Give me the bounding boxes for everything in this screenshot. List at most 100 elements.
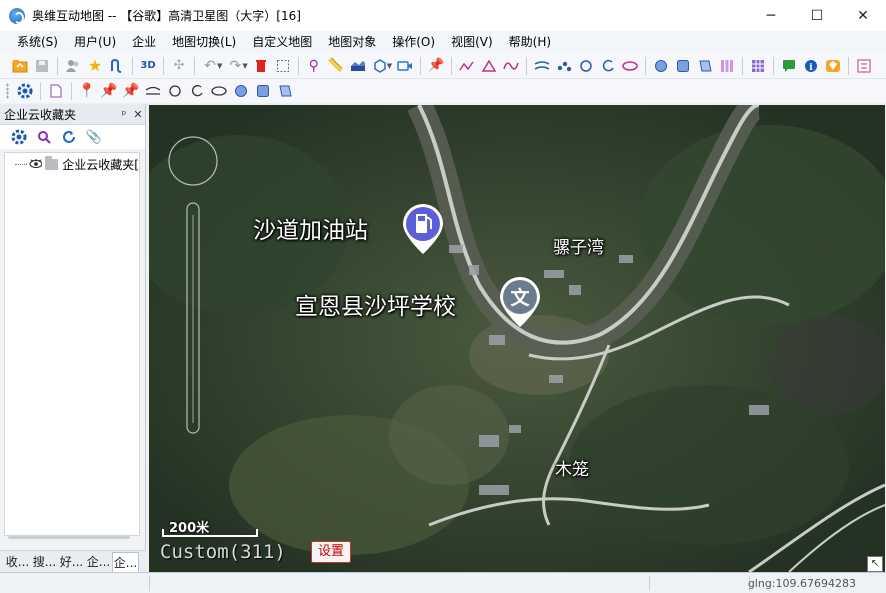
toolbar-grip[interactable]	[6, 83, 9, 99]
app-logo-icon	[9, 7, 25, 24]
document-icon[interactable]	[45, 80, 67, 102]
panel-header: 企业云收藏夹 ᵖ ✕	[0, 104, 145, 125]
school-icon[interactable]: 文	[496, 273, 544, 329]
menu-system[interactable]: 系统(S)	[9, 32, 66, 52]
window-controls: ─ ☐ ✕	[748, 0, 886, 31]
tab-enterprise-favorites[interactable]: 企...	[112, 552, 139, 572]
filled-square-icon[interactable]	[672, 55, 694, 77]
star-icon[interactable]: ★	[84, 55, 106, 77]
folder-icon	[44, 155, 59, 170]
pin-green-icon[interactable]: 📌	[120, 80, 142, 102]
arc-outline-icon[interactable]	[186, 80, 208, 102]
panel-settings-icon[interactable]	[8, 126, 30, 148]
info-icon[interactable]: i	[800, 55, 822, 77]
more-icon[interactable]	[853, 55, 875, 77]
menu-map-objects[interactable]: 地图对象	[320, 32, 384, 52]
coordinate-readout: glng:109.67694283	[747, 577, 856, 590]
filled-circle-icon[interactable]	[650, 55, 672, 77]
panel-toolbar: 📎	[0, 125, 145, 149]
menu-bar: 系统(S) 用户(U) 企业 地图切换(L) 自定义地图 地图对象 操作(O) …	[0, 31, 886, 53]
gem-icon[interactable]	[822, 55, 844, 77]
ellipse-outline-icon[interactable]	[208, 80, 230, 102]
parallel-icon[interactable]	[531, 55, 553, 77]
layer-label: Custom(311)	[160, 541, 286, 563]
window-title: 奥维互动地图 -- 【谷歌】高清卫星图（大字）[16]	[32, 9, 301, 23]
dots-icon[interactable]	[553, 55, 575, 77]
poi-label-school[interactable]: 宣恩县沙坪学校	[295, 287, 456, 321]
users-icon[interactable]	[62, 55, 84, 77]
menu-user[interactable]: 用户(U)	[66, 32, 124, 52]
title-bar: 奥维互动地图 -- 【谷歌】高清卫星图（大字）[16] ─ ☐ ✕	[0, 0, 886, 31]
arc-icon[interactable]	[597, 55, 619, 77]
select-rect-icon[interactable]	[272, 55, 294, 77]
gas-station-icon[interactable]	[399, 200, 447, 256]
circle-outline-icon[interactable]	[164, 80, 186, 102]
svg-text:文: 文	[510, 286, 530, 309]
comment-icon[interactable]	[778, 55, 800, 77]
settings-button[interactable]: 设置	[311, 541, 351, 563]
tab-enterprise[interactable]: 企...	[85, 552, 112, 572]
maximize-button[interactable]: ☐	[794, 0, 840, 31]
menu-map-switch[interactable]: 地图切换(L)	[164, 32, 244, 52]
ellipse-icon[interactable]	[619, 55, 641, 77]
folder-open-icon[interactable]	[9, 55, 31, 77]
satellite-imagery	[149, 105, 885, 572]
minimize-button[interactable]: ─	[748, 0, 794, 31]
delete-icon[interactable]	[250, 55, 272, 77]
split-icon[interactable]: ✣	[168, 55, 190, 77]
tree-item-label: 企业云收藏夹[	[62, 157, 139, 172]
grid-icon[interactable]	[747, 55, 769, 77]
flag-icon[interactable]	[274, 80, 296, 102]
place-label-luoziwan: 骡子湾	[553, 238, 604, 258]
menu-help[interactable]: 帮助(H)	[501, 32, 559, 52]
favorites-tree: 企业云收藏夹[	[4, 152, 140, 536]
tree-item[interactable]: 企业云收藏夹[	[5, 155, 139, 173]
3d-icon[interactable]: 3D	[137, 55, 159, 77]
attachment-icon[interactable]: 📎	[83, 126, 105, 148]
route-icon[interactable]	[106, 55, 128, 77]
tag-icon[interactable]	[694, 55, 716, 77]
menu-view[interactable]: 视图(V)	[443, 32, 501, 52]
map-view[interactable]: 沙道加油站 宣恩县沙坪学校 文 骡子湾 木笼 200米 Custom(311) …	[149, 105, 885, 572]
camera-icon[interactable]	[394, 55, 416, 77]
menu-custom-map[interactable]: 自定义地图	[244, 32, 320, 52]
svg-text:i: i	[809, 63, 813, 73]
menu-operation[interactable]: 操作(O)	[384, 32, 443, 52]
place-label-mulong: 木笼	[555, 460, 589, 480]
line-icon[interactable]	[142, 80, 164, 102]
favorites-panel: 企业云收藏夹 ᵖ ✕ 📎 企业云收藏夹[ 收... 搜... 好... 企...…	[0, 104, 146, 572]
level-icon[interactable]	[347, 55, 369, 77]
pin-blue-icon[interactable]: 📌	[98, 80, 120, 102]
search-icon[interactable]	[33, 126, 55, 148]
dot-circle-icon[interactable]	[230, 80, 252, 102]
panel-close-icon[interactable]: ✕	[131, 108, 145, 121]
stripes-icon[interactable]	[716, 55, 738, 77]
square-fill-icon[interactable]	[252, 80, 274, 102]
corner-resize-icon[interactable]: ↖	[867, 556, 883, 572]
panel-title: 企业云收藏夹	[4, 107, 77, 122]
settings-gear-icon[interactable]	[14, 80, 36, 102]
ruler-icon[interactable]: 📏	[325, 55, 347, 77]
refresh-icon[interactable]	[58, 126, 80, 148]
scale-bar	[162, 529, 258, 537]
horizontal-scrollbar[interactable]	[8, 536, 130, 539]
status-bar: glng:109.67694283	[0, 572, 886, 593]
save-icon[interactable]	[31, 55, 53, 77]
poi-label-gas-station[interactable]: 沙道加油站	[253, 211, 368, 245]
pin-yellow-icon[interactable]: 📍	[76, 80, 98, 102]
menu-enterprise[interactable]: 企业	[124, 32, 164, 52]
pushpin-icon[interactable]: 📌	[425, 55, 447, 77]
panel-tabs: 收... 搜... 好... 企... 企...	[0, 550, 146, 572]
pin-user-icon[interactable]: ⚲	[303, 55, 325, 77]
tab-favorites[interactable]: 收...	[4, 552, 31, 572]
triangle-icon[interactable]	[478, 55, 500, 77]
circle-icon[interactable]	[575, 55, 597, 77]
tab-search[interactable]: 搜...	[31, 552, 58, 572]
polyline-icon[interactable]	[456, 55, 478, 77]
pin-icon[interactable]: ᵖ	[117, 108, 131, 121]
curve-icon[interactable]	[500, 55, 522, 77]
tab-friends[interactable]: 好...	[58, 552, 85, 572]
main-toolbar: ★ 3D ✣ ↶ ▼ ↷ ▼ ⚲ 📏 ▼ 📌 i	[0, 53, 886, 79]
eye-icon[interactable]	[29, 159, 42, 169]
close-button[interactable]: ✕	[840, 0, 886, 31]
